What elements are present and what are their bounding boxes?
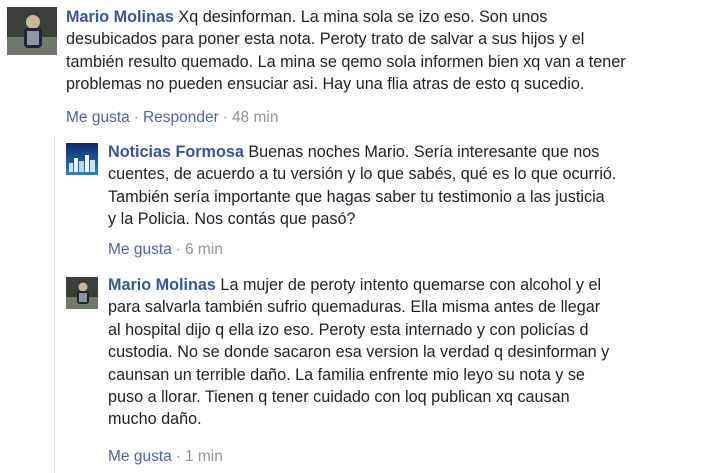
comment-actions: Me gusta · 1 min	[108, 447, 223, 467]
like-button[interactable]: Me gusta	[66, 109, 130, 126]
comment-line: puso a llorar. Tienen q tener cuidado co…	[108, 388, 570, 407]
reply-thread-line	[54, 136, 55, 473]
comment-line: para salvarla también sufrio quemaduras.…	[108, 298, 601, 317]
comment-body: Mario Molinas La mujer de peroty intento…	[108, 274, 609, 431]
comment-line: Noticias Formosa Buenas noches Mario. Se…	[108, 141, 616, 163]
comment-author[interactable]: Mario Molinas	[108, 276, 216, 294]
comment-line: custodia. No se donde sacaron esa versio…	[108, 343, 610, 362]
comment-body: Noticias Formosa Buenas noches Mario. Se…	[108, 141, 616, 231]
comment-line: cuentes, de acuerdo a tu versión y lo qu…	[108, 165, 617, 184]
comment-line: al hospital dijo q ella izo eso. Peroty …	[108, 320, 589, 339]
comment-line: desubicados para poner esta nota. Peroty…	[66, 30, 585, 49]
comment-actions: Me gusta · Responder · 48 min	[66, 108, 278, 128]
comment-line: Mario Molinas La mujer de peroty intento…	[108, 274, 609, 296]
avatar[interactable]	[66, 277, 98, 309]
separator: ·	[175, 448, 181, 465]
comment-line: mucho daño.	[108, 410, 202, 429]
comment-text: Xq desinforman. La mina sola se izo eso.…	[173, 8, 548, 26]
comment-line: y la Policia. Nos contás que pasó?	[108, 210, 356, 229]
reply-button[interactable]: Responder	[143, 109, 219, 126]
timestamp[interactable]: 6 min	[185, 241, 223, 258]
timestamp[interactable]: 1 min	[185, 448, 223, 465]
avatar[interactable]	[66, 143, 98, 175]
separator: ·	[175, 241, 181, 258]
comment-text: Buenas noches Mario. Sería interesante q…	[243, 143, 600, 161]
comment-author[interactable]: Noticias Formosa	[108, 143, 244, 161]
like-button[interactable]: Me gusta	[108, 241, 172, 258]
comment-line: Mario Molinas Xq desinforman. La mina so…	[66, 6, 626, 28]
user-photo-icon	[66, 277, 98, 309]
separator: ·	[133, 109, 139, 126]
comment-text: La mujer de peroty intento quemarse con …	[215, 276, 602, 294]
comment-line: caunsan un terrible daño. La familia enf…	[108, 365, 585, 384]
page-logo-icon	[66, 143, 98, 175]
comment-line: También sería importante que hagas saber…	[108, 187, 605, 206]
comment-author[interactable]: Mario Molinas	[66, 8, 174, 26]
like-button[interactable]: Me gusta	[108, 448, 172, 465]
comment-line: problemas no pueden ensuciar asi. Hay un…	[66, 75, 585, 94]
comment-body: Mario Molinas Xq desinforman. La mina so…	[66, 6, 626, 96]
comment-actions: Me gusta · 6 min	[108, 240, 223, 260]
avatar[interactable]	[7, 7, 57, 55]
separator: ·	[222, 109, 228, 126]
comment-line: también resulto quemado. La mina se qemo…	[66, 52, 626, 71]
user-photo-icon	[7, 7, 57, 55]
timestamp[interactable]: 48 min	[232, 109, 279, 126]
